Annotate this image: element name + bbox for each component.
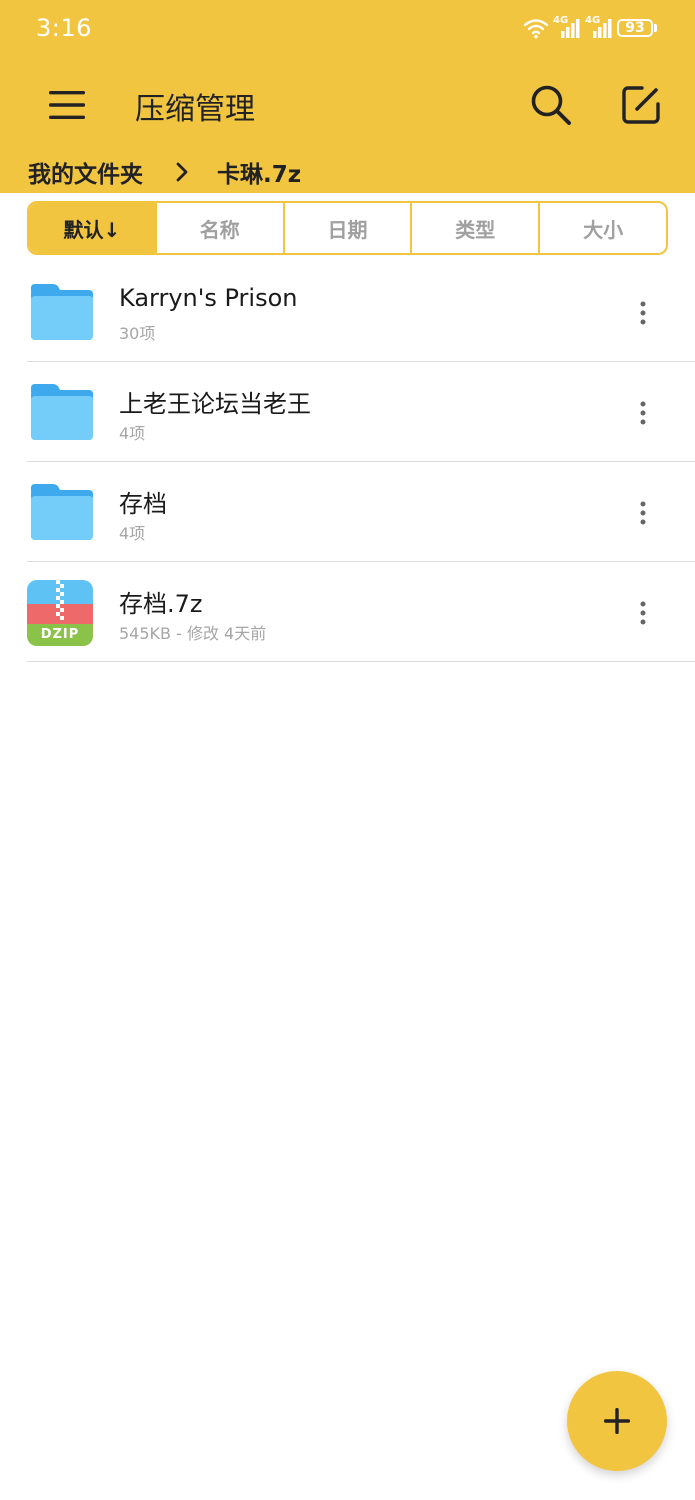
more-options-button[interactable]	[633, 298, 653, 328]
sort-tab-type[interactable]: 类型	[410, 203, 538, 253]
more-vertical-icon	[640, 601, 646, 625]
sort-tab-size[interactable]: 大小	[538, 203, 666, 253]
file-row[interactable]: 存档 4项	[27, 462, 695, 562]
zip-icon-label: DZIP	[40, 627, 80, 642]
file-meta: 545KB - 修改 4天前	[119, 624, 267, 643]
status-time: 3:16	[36, 14, 92, 42]
folder-icon	[31, 384, 93, 440]
edit-button[interactable]	[614, 78, 668, 132]
status-icons: 4G 4G 93	[523, 14, 657, 42]
sort-tab-date[interactable]: 日期	[282, 203, 411, 253]
battery-level: 93	[617, 19, 653, 37]
breadcrumb-item-current[interactable]: 卡琳.7z	[217, 155, 301, 189]
file-name: Karryn's Prison	[119, 284, 298, 312]
search-button[interactable]	[524, 78, 578, 132]
menu-icon	[49, 91, 85, 119]
file-name: 存档	[119, 490, 167, 518]
file-row[interactable]: 上老王论坛当老王 4项	[27, 362, 695, 462]
more-options-button[interactable]	[633, 498, 653, 528]
plus-icon	[604, 1408, 630, 1434]
page-title: 压缩管理	[135, 92, 255, 127]
more-vertical-icon	[640, 401, 646, 425]
folder-icon	[31, 284, 93, 340]
wifi-icon	[523, 19, 549, 39]
file-row[interactable]: Karryn's Prison 30项	[27, 262, 695, 362]
file-name: 存档.7z	[119, 590, 203, 618]
search-icon	[531, 85, 571, 125]
signal-bars-icon	[561, 19, 580, 38]
cell-signal-1: 4G	[553, 16, 581, 40]
file-name: 上老王论坛当老王	[119, 390, 311, 418]
top-app-bar: 3:16 4G 4G 93 压缩管理 我的文件夹 卡琳.7z	[0, 0, 695, 193]
sort-tabs: 默认↓ 名称 日期 类型 大小	[27, 201, 668, 255]
more-vertical-icon	[640, 301, 646, 325]
signal-bars-icon	[593, 19, 612, 38]
breadcrumb: 我的文件夹 卡琳.7z	[28, 155, 301, 189]
file-meta: 4项	[119, 424, 146, 443]
battery-icon: 93	[617, 19, 657, 37]
chevron-right-icon	[175, 161, 189, 183]
sort-tab-name[interactable]: 名称	[154, 203, 283, 253]
more-options-button[interactable]	[633, 398, 653, 428]
file-row[interactable]: DZIP 存档.7z 545KB - 修改 4天前	[27, 562, 695, 662]
more-vertical-icon	[640, 501, 646, 525]
breadcrumb-item-root[interactable]: 我的文件夹	[28, 155, 143, 189]
menu-button[interactable]	[42, 80, 92, 130]
file-list: Karryn's Prison 30项 上老王论坛当老王 4项 存档 4项 DZ…	[0, 262, 695, 662]
cell-signal-2: 4G	[585, 16, 613, 40]
add-fab-button[interactable]	[567, 1371, 667, 1471]
file-meta: 30项	[119, 324, 156, 343]
sort-tab-default[interactable]: 默认↓	[29, 203, 155, 253]
file-meta: 4项	[119, 524, 146, 543]
zip-archive-icon: DZIP	[27, 580, 93, 646]
folder-icon	[31, 484, 93, 540]
more-options-button[interactable]	[633, 598, 653, 628]
edit-icon	[622, 86, 660, 124]
